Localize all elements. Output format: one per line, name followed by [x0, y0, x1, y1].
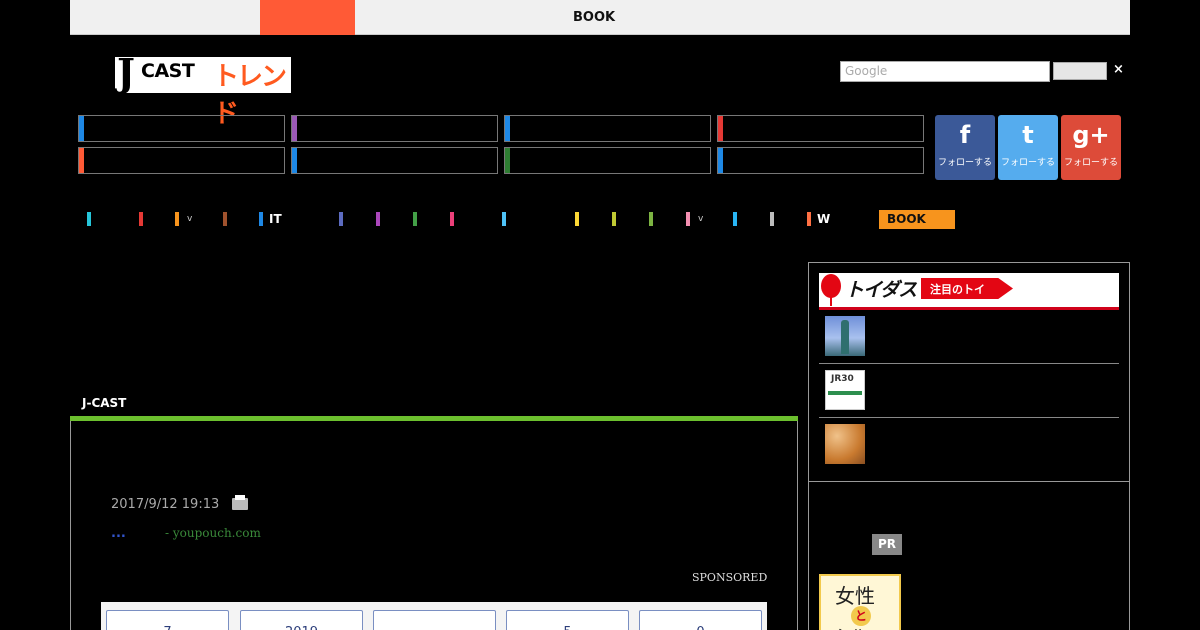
book-category-button[interactable]: BOOK — [879, 210, 955, 229]
food-thumbnail[interactable] — [825, 424, 865, 464]
top-bar-accent-tab[interactable] — [260, 0, 355, 35]
sidebar-item[interactable] — [819, 310, 1119, 364]
logo-j: J — [117, 50, 135, 95]
nav-box-7[interactable] — [504, 147, 711, 174]
category-marker[interactable] — [575, 212, 579, 226]
nav-box-color-strip — [505, 148, 510, 173]
category-label-it[interactable]: IT — [269, 212, 282, 226]
more-dots[interactable]: ... — [111, 526, 126, 541]
google-search-input[interactable]: Google — [840, 61, 1050, 82]
counter-box[interactable] — [373, 610, 496, 630]
category-marker[interactable] — [223, 212, 227, 226]
category-marker[interactable] — [139, 212, 143, 226]
nav-box-3[interactable] — [504, 115, 711, 142]
category-marker[interactable] — [87, 212, 91, 226]
thumbnail-bar — [828, 391, 862, 395]
nav-box-4[interactable] — [717, 115, 924, 142]
category-marker[interactable] — [612, 212, 616, 226]
category-marker[interactable] — [770, 212, 774, 226]
category-label-w[interactable]: W — [817, 212, 830, 226]
thumbnail-text: JR30 — [831, 374, 854, 384]
category-marker-it[interactable] — [259, 212, 263, 226]
section-title: J-CAST — [82, 396, 127, 410]
category-marker[interactable] — [502, 212, 506, 226]
twitter-follow-button[interactable]: t フォローする — [998, 115, 1058, 180]
statue-thumbnail[interactable] — [825, 316, 865, 356]
article-source-link[interactable]: - youpouch.com — [165, 526, 261, 540]
article-timestamp: 2017/9/12 19:13 — [111, 497, 220, 512]
top-bar: BOOK — [70, 0, 1130, 35]
pr-badge: PR — [872, 534, 902, 555]
nav-box-color-strip — [79, 148, 84, 173]
nav-box-1[interactable] — [78, 115, 285, 142]
chevron-down-icon[interactable]: v — [187, 214, 192, 224]
follow-caption: フォローする — [1000, 158, 1055, 168]
category-marker-w[interactable] — [807, 212, 811, 226]
nav-box-color-strip — [292, 116, 297, 141]
category-marker[interactable] — [339, 212, 343, 226]
nav-box-5[interactable] — [78, 147, 285, 174]
category-marker[interactable] — [175, 212, 179, 226]
sponsored-label: SPONSORED — [692, 571, 768, 584]
site-logo[interactable]: J CAST トレンド — [115, 53, 291, 129]
top-bar-book-link[interactable]: BOOK — [573, 10, 615, 25]
book-cover-thumbnail[interactable]: 女性 と シル — [819, 574, 901, 630]
counter-box[interactable]: 0 — [639, 610, 762, 630]
category-marker[interactable] — [733, 212, 737, 226]
logo-cast: CAST — [141, 60, 195, 82]
nav-box-8[interactable] — [717, 147, 924, 174]
counter-box[interactable]: 5 — [506, 610, 629, 630]
category-marker[interactable] — [376, 212, 380, 226]
search-button[interactable] — [1053, 62, 1107, 80]
facebook-icon: f — [959, 121, 971, 149]
facebook-follow-button[interactable]: f フォローする — [935, 115, 995, 180]
nav-box-color-strip — [79, 116, 84, 141]
nav-box-2[interactable] — [291, 115, 498, 142]
close-icon[interactable]: × — [1113, 62, 1124, 77]
counter-box[interactable]: 7 — [106, 610, 229, 630]
toidas-featured-tag: 注目のトイ — [921, 278, 1013, 299]
nav-box-color-strip — [505, 116, 510, 141]
category-marker[interactable] — [450, 212, 454, 226]
nav-box-color-strip — [718, 148, 723, 173]
category-marker[interactable] — [649, 212, 653, 226]
sidebar-item[interactable] — [819, 418, 1119, 472]
counter-box[interactable]: 2019 — [240, 610, 363, 630]
toidas-header[interactable]: トイダス 注目のトイ — [819, 273, 1119, 310]
toidas-mascot-icon — [821, 274, 841, 306]
nav-box-color-strip — [718, 116, 723, 141]
nav-box-color-strip — [292, 148, 297, 173]
sidebar-item[interactable]: JR30 — [819, 364, 1119, 418]
nav-box-6[interactable] — [291, 147, 498, 174]
chevron-down-icon[interactable]: v — [698, 214, 703, 224]
follow-caption: フォローする — [1063, 158, 1118, 168]
print-icon[interactable] — [232, 495, 248, 510]
book-cover-text: 女性 — [835, 584, 875, 608]
category-marker[interactable] — [413, 212, 417, 226]
jr-thumbnail[interactable]: JR30 — [825, 370, 865, 410]
googleplus-follow-button[interactable]: g+ フォローする — [1061, 115, 1121, 180]
toidas-name: トイダス — [845, 279, 917, 301]
counter-row: 7 2019 5 0 — [101, 602, 767, 630]
twitter-icon: t — [1022, 121, 1034, 149]
googleplus-icon: g+ — [1072, 121, 1110, 149]
category-marker[interactable] — [686, 212, 690, 226]
book-cover-text: シル — [835, 622, 867, 630]
follow-caption: フォローする — [937, 158, 992, 168]
